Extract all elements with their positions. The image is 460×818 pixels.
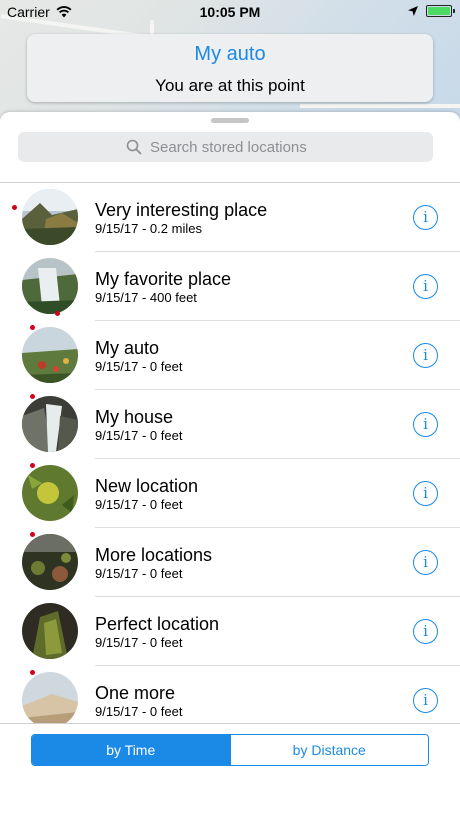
location-subtitle: 9/15/17 - 400 feet xyxy=(95,290,197,305)
marker-dot xyxy=(30,325,35,330)
info-button[interactable]: i xyxy=(413,343,438,368)
list-item[interactable]: My favorite place 9/15/17 - 400 feet i xyxy=(0,252,460,321)
info-button[interactable]: i xyxy=(413,274,438,299)
location-thumbnail xyxy=(22,258,78,314)
marker-dot xyxy=(30,532,35,537)
list-item[interactable]: More locations 9/15/17 - 0 feet i xyxy=(0,528,460,597)
info-button[interactable]: i xyxy=(413,550,438,575)
location-title: One more xyxy=(95,683,176,703)
marker-dot xyxy=(30,670,35,675)
info-button[interactable]: i xyxy=(413,412,438,437)
info-icon: i xyxy=(423,208,428,226)
list-item[interactable]: Very interesting place 9/15/17 - 0.2 mil… xyxy=(0,183,460,252)
status-bar: Carrier 10:05 PM xyxy=(0,0,460,26)
location-title: More locations xyxy=(95,545,213,565)
search-icon xyxy=(126,139,142,155)
marker-dot xyxy=(30,463,35,468)
info-button[interactable]: i xyxy=(413,481,438,506)
location-thumbnail xyxy=(22,189,78,245)
location-subtitle: 9/15/17 - 0 feet xyxy=(95,635,183,650)
info-icon: i xyxy=(423,691,428,709)
location-thumbnail xyxy=(22,327,78,383)
info-icon: i xyxy=(423,277,428,295)
location-title: My auto xyxy=(95,338,160,358)
search-bar[interactable] xyxy=(18,132,433,162)
location-title: Very interesting place xyxy=(95,200,268,220)
location-arrow-icon xyxy=(408,6,418,16)
segment-by-time[interactable]: by Time xyxy=(32,735,230,765)
list-item[interactable]: New location 9/15/17 - 0 feet i xyxy=(0,459,460,528)
list-item[interactable]: My auto 9/15/17 - 0 feet i xyxy=(0,321,460,390)
sort-segmented-control[interactable]: by Time by Distance xyxy=(31,734,429,766)
location-subtitle: 9/15/17 - 0 feet xyxy=(95,428,183,443)
info-icon: i xyxy=(423,415,428,433)
location-thumbnail xyxy=(22,603,78,659)
info-icon: i xyxy=(423,346,428,364)
locations-sheet: Very interesting place 9/15/17 - 0.2 mil… xyxy=(0,112,460,818)
info-icon: i xyxy=(423,553,428,571)
location-subtitle: 9/15/17 - 0 feet xyxy=(95,497,183,512)
location-subtitle: 9/15/17 - 0 feet xyxy=(95,359,183,374)
marker-dot xyxy=(30,394,35,399)
battery-icon xyxy=(426,5,455,17)
info-button[interactable]: i xyxy=(413,688,438,713)
location-thumbnail xyxy=(22,465,78,521)
list-item[interactable]: Perfect location 9/15/17 - 0 feet i xyxy=(0,597,460,666)
search-input[interactable] xyxy=(150,138,325,156)
callout-title: My auto xyxy=(194,43,266,65)
info-button[interactable]: i xyxy=(413,205,438,230)
info-icon: i xyxy=(423,484,428,502)
sheet-grabber-handle[interactable] xyxy=(211,118,249,123)
location-subtitle: 9/15/17 - 0 feet xyxy=(95,566,183,581)
info-icon: i xyxy=(423,622,428,640)
clock: 10:05 PM xyxy=(199,4,261,20)
location-title: My favorite place xyxy=(95,269,232,289)
location-thumbnail xyxy=(22,396,78,452)
location-title: New location xyxy=(95,476,199,496)
location-title: Perfect location xyxy=(95,614,220,634)
segment-by-distance[interactable]: by Distance xyxy=(229,735,428,765)
info-button[interactable]: i xyxy=(413,619,438,644)
list-item[interactable]: My house 9/15/17 - 0 feet i xyxy=(0,390,460,459)
location-subtitle: 9/15/17 - 0.2 miles xyxy=(95,221,202,236)
location-subtitle: 9/15/17 - 0 feet xyxy=(95,704,183,719)
location-thumbnail xyxy=(22,534,78,590)
current-location-callout[interactable]: My auto You are at this point xyxy=(27,34,433,102)
list-item[interactable]: One more 9/15/17 - 0 feet i xyxy=(0,666,460,724)
marker-dot xyxy=(55,311,60,316)
location-title: My house xyxy=(95,407,174,427)
marker-dot xyxy=(12,205,17,210)
sort-toolbar: by Time by Distance xyxy=(0,723,460,818)
location-thumbnail xyxy=(22,672,78,724)
callout-subtitle: You are at this point xyxy=(155,76,305,95)
locations-list[interactable]: Very interesting place 9/15/17 - 0.2 mil… xyxy=(0,183,460,724)
